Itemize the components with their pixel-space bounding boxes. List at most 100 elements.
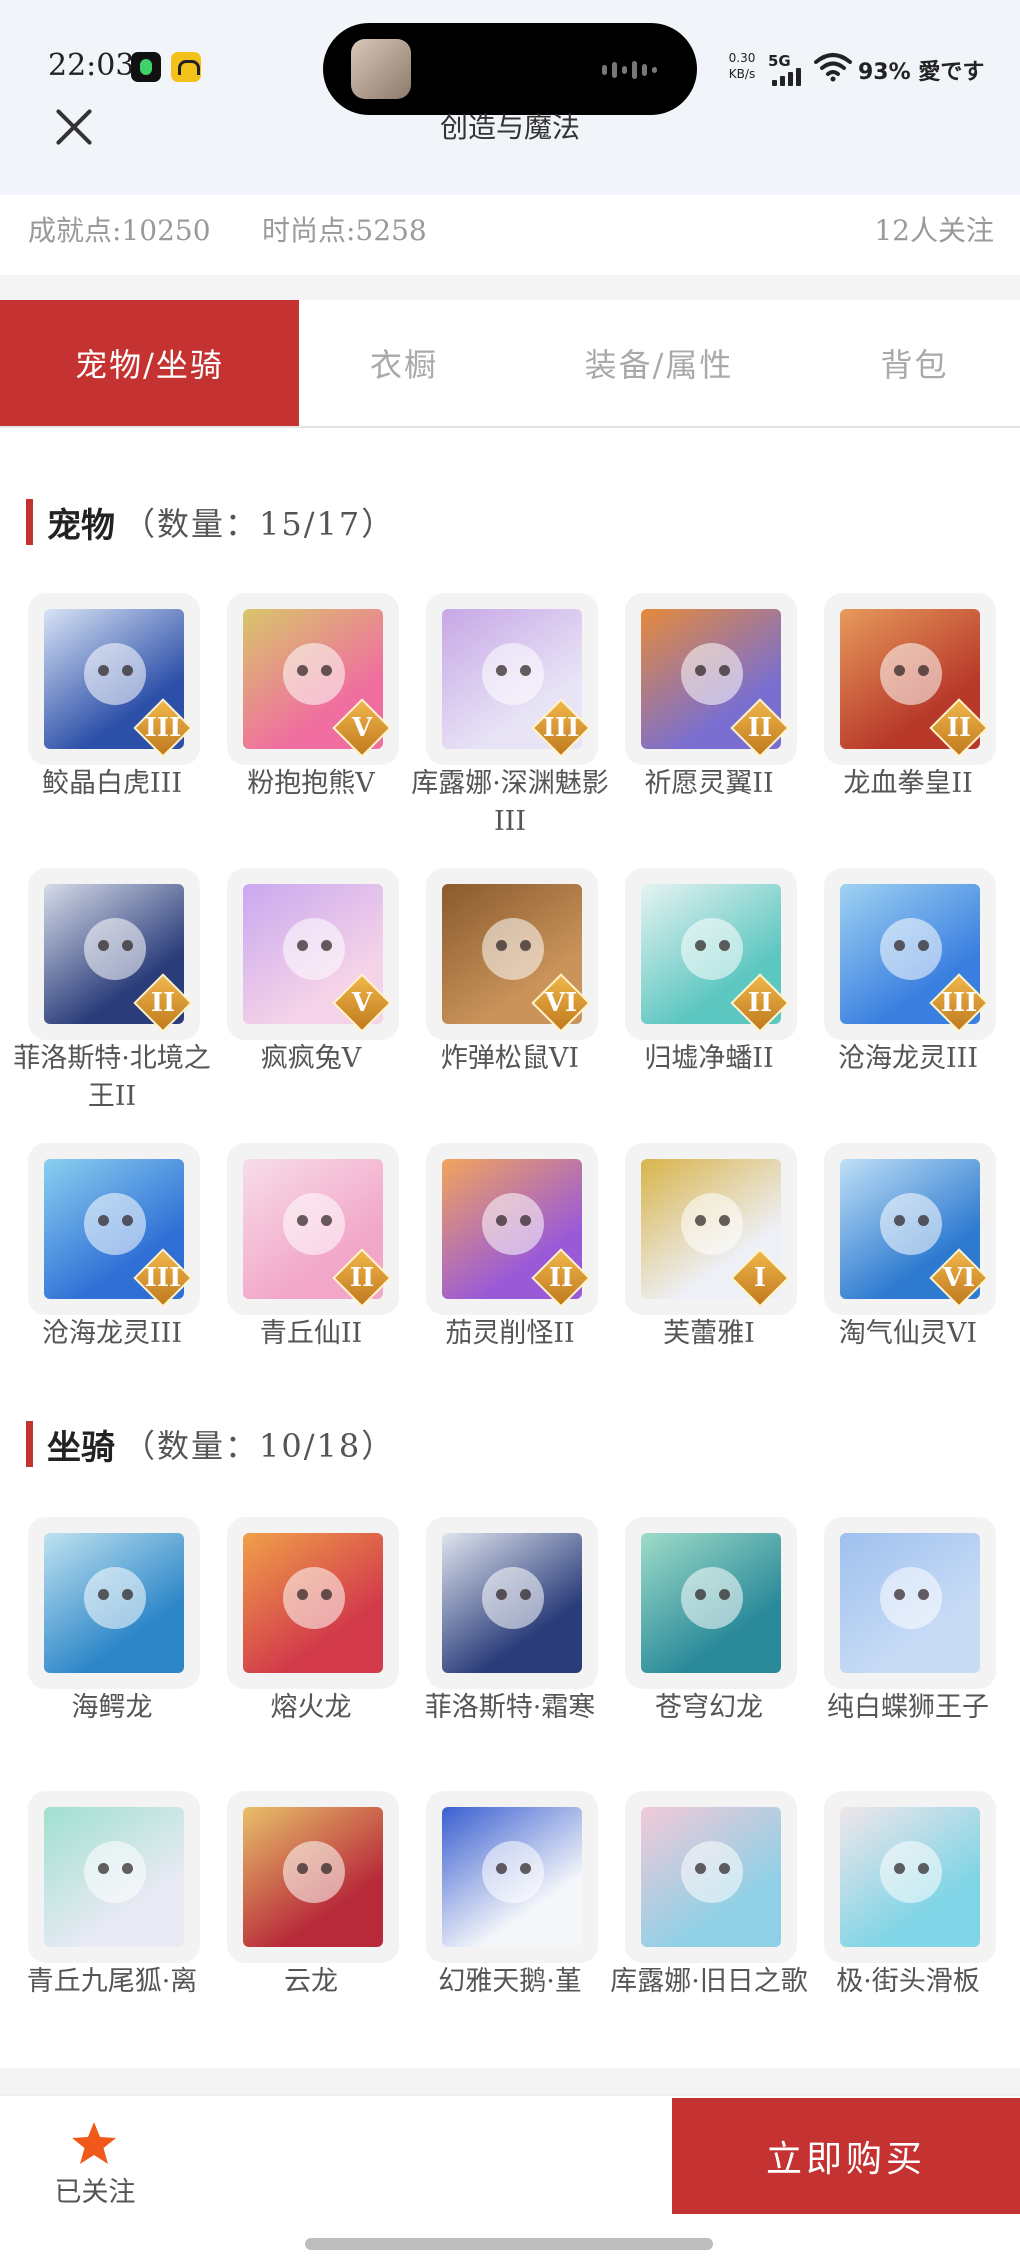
item-thumbnail — [625, 1791, 797, 1963]
item-thumbnail: II — [824, 593, 996, 765]
tab-bar: 宠物/坐骑 衣橱 装备/属性 背包 — [0, 300, 1020, 428]
item-thumbnail: VI — [824, 1143, 996, 1315]
profile-stats: 成就点:10250 时尚点:5258 12人关注 — [0, 195, 1020, 275]
item-name: 淘气仙灵VI — [838, 1318, 978, 1349]
item-name: 熔火龙 — [270, 1692, 352, 1723]
item-name: 菲洛斯特·北境之王II — [13, 1043, 211, 1112]
tab-wardrobe[interactable]: 衣橱 — [299, 300, 509, 426]
item-portrait — [641, 1533, 781, 1673]
tier-badge-icon: V — [332, 698, 392, 758]
section-title: 宠物 — [47, 505, 115, 546]
tier-badge-icon: II — [133, 973, 193, 1033]
fashion-points: 时尚点:5258 — [262, 214, 427, 247]
section-count: （数量：10/18） — [123, 1427, 396, 1465]
tier-badge-icon: II — [531, 1248, 591, 1308]
item-name: 苍穹幻龙 — [655, 1692, 763, 1723]
star-icon — [72, 2122, 116, 2164]
item-thumbnail: I — [625, 1143, 797, 1315]
status-time: 22:03 — [48, 48, 135, 83]
item-thumbnail: V — [227, 868, 399, 1040]
section-count: （数量：15/17） — [123, 505, 396, 543]
item-name: 粉抱抱熊V — [247, 768, 375, 799]
item-portrait — [243, 1807, 383, 1947]
item-name: 菲洛斯特·霜寒 — [424, 1692, 596, 1723]
item-name: 极·街头滑板 — [836, 1966, 980, 1997]
network-type: 5G — [768, 52, 791, 70]
item-thumbnail: III — [824, 868, 996, 1040]
item-thumbnail — [28, 1517, 200, 1689]
item-name: 疯疯兔V — [260, 1043, 362, 1074]
dynamic-island[interactable] — [323, 23, 697, 115]
item-thumbnail: II — [426, 1143, 598, 1315]
buy-now-button[interactable]: 立即购买 — [672, 2098, 1020, 2214]
item-thumbnail: III — [28, 1143, 200, 1315]
tier-badge-icon: II — [730, 698, 790, 758]
item-name: 库露娜·旧日之歌 — [610, 1966, 808, 1997]
notification-app-icon — [131, 52, 161, 82]
item-name: 沧海龙灵III — [42, 1318, 182, 1349]
tier-badge-icon: III — [133, 698, 193, 758]
item-portrait — [44, 1807, 184, 1947]
pets-section-header: 宠物 （数量：15/17） — [26, 498, 395, 546]
tier-badge-icon: III — [133, 1248, 193, 1308]
tier-badge-icon: I — [730, 1248, 790, 1308]
item-name: 芙蕾雅I — [663, 1318, 755, 1349]
item-portrait — [44, 1533, 184, 1673]
item-portrait — [442, 1533, 582, 1673]
tier-badge-icon: V — [332, 973, 392, 1033]
item-name: 海鳄龙 — [71, 1692, 153, 1723]
tier-badge-icon: VI — [531, 973, 591, 1033]
divider — [0, 2068, 1020, 2094]
item-name: 归墟净蟠II — [644, 1043, 774, 1074]
status-bar: 22:03 0.30 KB/s 5G 93% 愛です 创造与魔法 — [0, 0, 1020, 195]
item-thumbnail: II — [625, 868, 797, 1040]
item-thumbnail: III — [28, 593, 200, 765]
tab-backpack[interactable]: 背包 — [809, 300, 1020, 426]
item-thumbnail: II — [625, 593, 797, 765]
item-thumbnail — [426, 1517, 598, 1689]
item-thumbnail — [227, 1517, 399, 1689]
item-name: 青丘九尾狐·离 — [26, 1966, 198, 1997]
home-indicator[interactable] — [305, 2238, 713, 2250]
item-thumbnail — [28, 1791, 200, 1963]
item-name: 沧海龙灵III — [838, 1043, 978, 1074]
item-portrait — [840, 1807, 980, 1947]
follow-label: 已关注 — [54, 2177, 136, 2208]
audio-wave-icon — [602, 61, 657, 79]
mounts-section-header: 坐骑 （数量：10/18） — [26, 1420, 395, 1468]
item-thumbnail: VI — [426, 868, 598, 1040]
notification-app-icon — [171, 52, 201, 82]
item-thumbnail: III — [426, 593, 598, 765]
item-name: 鲛晶白虎III — [42, 768, 182, 799]
section-title: 坐骑 — [47, 1427, 115, 1468]
tier-badge-icon: III — [929, 973, 989, 1033]
item-thumbnail — [227, 1791, 399, 1963]
item-name: 炸弹松鼠VI — [440, 1043, 580, 1074]
media-avatar — [351, 39, 411, 99]
item-thumbnail: V — [227, 593, 399, 765]
item-name: 云龙 — [284, 1966, 338, 1997]
item-portrait — [442, 1807, 582, 1947]
item-thumbnail — [426, 1791, 598, 1963]
item-thumbnail — [625, 1517, 797, 1689]
page-title: 创造与魔法 — [439, 111, 580, 144]
divider — [0, 275, 1020, 300]
item-thumbnail — [824, 1791, 996, 1963]
item-name: 茄灵削怪II — [445, 1318, 575, 1349]
item-thumbnail — [824, 1517, 996, 1689]
item-portrait — [243, 1533, 383, 1673]
tab-pets-mounts[interactable]: 宠物/坐骑 — [0, 300, 299, 426]
tier-badge-icon: III — [531, 698, 591, 758]
tier-badge-icon: II — [929, 698, 989, 758]
follower-count: 12人关注 — [874, 214, 994, 247]
tier-badge-icon: II — [730, 973, 790, 1033]
item-portrait — [840, 1533, 980, 1673]
item-thumbnail: II — [28, 868, 200, 1040]
wifi-icon — [814, 53, 852, 82]
item-portrait — [641, 1807, 781, 1947]
tab-equipment[interactable]: 装备/属性 — [509, 300, 809, 426]
section-marker — [26, 1421, 33, 1467]
follow-button[interactable]: 已关注 — [50, 2120, 140, 2210]
section-marker — [26, 499, 33, 545]
item-name: 青丘仙II — [259, 1318, 363, 1349]
